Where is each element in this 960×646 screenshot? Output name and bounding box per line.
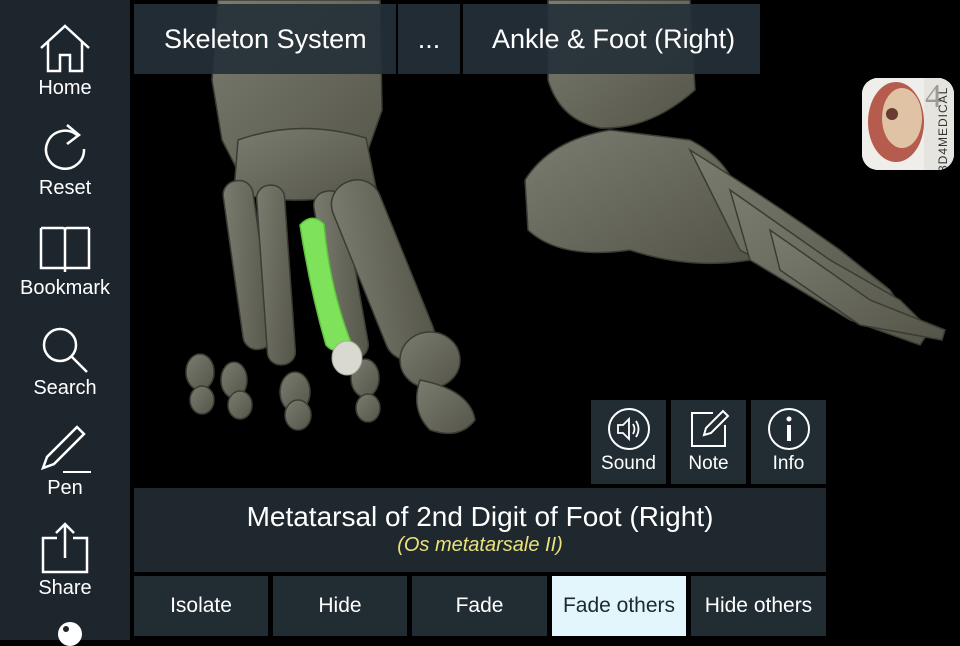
logo-text: 3D4MEDICAL	[936, 86, 950, 170]
fade-others-button[interactable]: Fade others	[552, 576, 686, 636]
pen-icon	[40, 425, 91, 473]
isolate-button[interactable]: Isolate	[134, 576, 268, 636]
sidebar-item-label: Reset	[38, 177, 92, 199]
search-icon	[42, 327, 88, 373]
note-icon	[690, 409, 729, 447]
action-label: Fade others	[562, 594, 676, 617]
info-label: Info	[772, 453, 805, 474]
sidebar-item-reset[interactable]: Reset	[0, 122, 130, 218]
sidebar-item-label: Search	[33, 377, 97, 399]
action-label: Hide	[318, 594, 362, 617]
action-label: Hide others	[704, 594, 813, 617]
breadcrumb-item-skeleton-system[interactable]: Skeleton System	[134, 4, 396, 74]
breadcrumb-item-ellipsis[interactable]: ...	[398, 4, 460, 74]
hide-others-button[interactable]: Hide others	[691, 576, 826, 636]
sidebar-item-bookmark[interactable]: Bookmark	[0, 222, 130, 318]
breadcrumb-label: Ankle & Foot (Right)	[492, 24, 736, 54]
breadcrumb-label: ...	[417, 24, 441, 54]
sidebar-item-label: Home	[38, 77, 92, 99]
sound-button[interactable]: Sound	[591, 400, 666, 484]
sidebar-item-pen[interactable]: Pen	[0, 422, 130, 518]
info-button[interactable]: Info	[751, 400, 826, 484]
sidebar-item-home[interactable]: Home	[0, 22, 130, 118]
latin-name: (Os metatarsale II)	[397, 534, 563, 556]
selection-info-panel: Metatarsal of 2nd Digit of Foot (Right) …	[134, 488, 826, 572]
sidebar-item-label: Share	[38, 577, 92, 599]
action-label: Isolate	[170, 594, 232, 617]
sidebar-item-label: Pen	[47, 477, 83, 499]
structure-name: Metatarsal of 2nd Digit of Foot (Right)	[246, 501, 714, 532]
sidebar-item-label: Bookmark	[19, 277, 111, 299]
bookmark-icon	[39, 226, 91, 272]
note-button[interactable]: Note	[671, 400, 746, 484]
info-icon	[767, 408, 810, 450]
breadcrumb-label: Skeleton System	[164, 24, 367, 54]
sidebar-item-search[interactable]: Search	[0, 322, 130, 418]
share-icon	[41, 522, 89, 574]
action-label: Fade	[455, 594, 504, 617]
breadcrumb-item-ankle-foot[interactable]: Ankle & Foot (Right)	[463, 4, 760, 74]
reset-icon	[44, 124, 86, 170]
home-icon	[40, 24, 90, 73]
sound-label: Sound	[601, 453, 656, 474]
sidebar: Home Reset Bookmark Search Pen Share	[0, 0, 130, 646]
hide-button[interactable]: Hide	[273, 576, 407, 636]
sidebar-item-share[interactable]: Share	[0, 522, 130, 618]
more-icon[interactable]	[58, 622, 82, 646]
app-logo[interactable]: 4 3D4MEDICAL	[862, 78, 954, 170]
note-label: Note	[688, 453, 729, 474]
fade-button[interactable]: Fade	[412, 576, 547, 636]
speaker-icon	[607, 408, 650, 450]
